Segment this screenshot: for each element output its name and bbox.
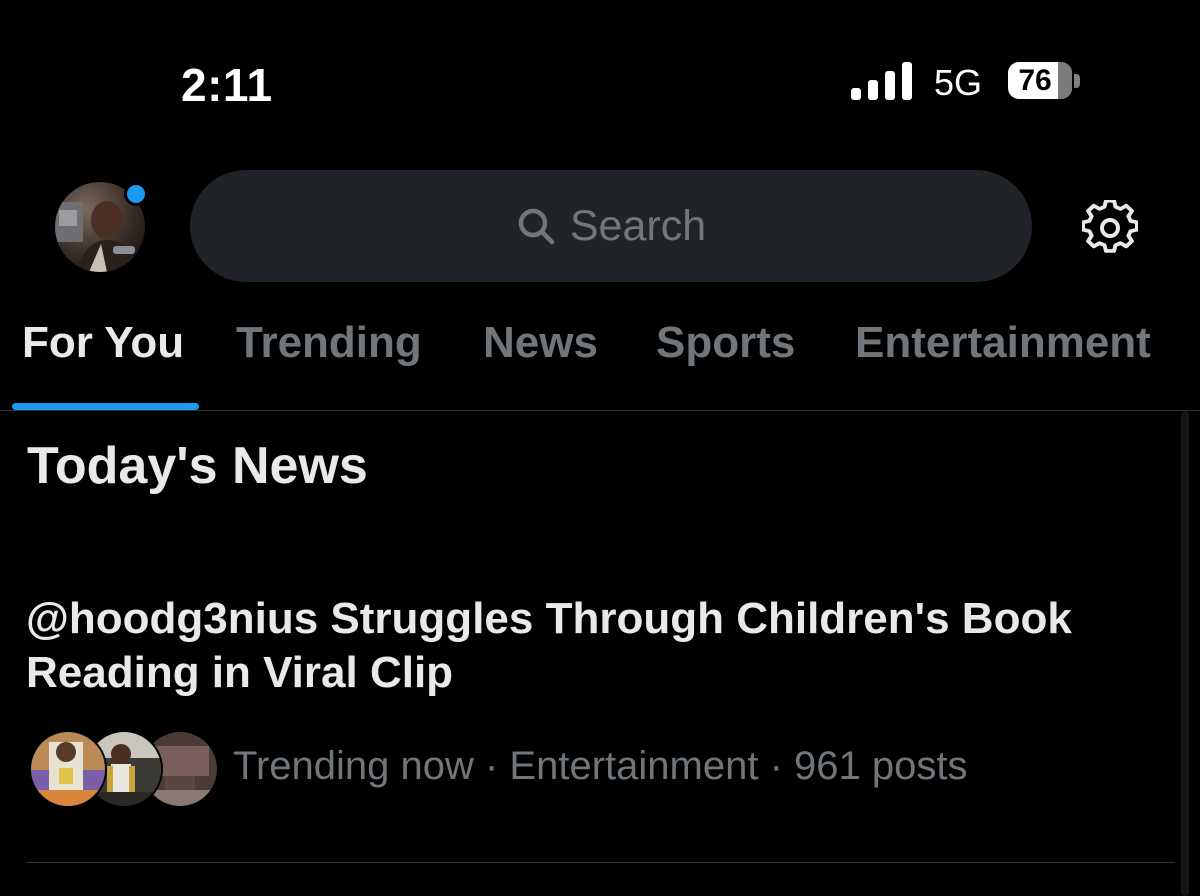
active-tab-indicator	[12, 403, 199, 410]
story-thumbnails	[29, 730, 219, 808]
tab-for-you[interactable]: For You	[22, 318, 184, 368]
explore-tabs: For You Trending News Sports Entertainme…	[0, 318, 1200, 410]
section-title: Today's News	[27, 437, 368, 495]
item-divider	[26, 862, 1175, 863]
story-meta: Trending now · Entertainment · 961 posts	[233, 744, 968, 788]
thumbnail-image	[29, 730, 107, 808]
tab-news[interactable]: News	[483, 318, 598, 368]
search-input[interactable]: Search	[190, 170, 1032, 282]
tab-trending[interactable]: Trending	[236, 318, 422, 368]
cellular-signal-icon	[851, 62, 912, 100]
tab-sports[interactable]: Sports	[656, 318, 795, 368]
search-icon	[518, 208, 555, 245]
scrollbar[interactable]	[1181, 411, 1189, 896]
tabs-divider	[0, 410, 1200, 411]
notification-dot	[124, 182, 148, 206]
news-headline[interactable]: @hoodg3nius Struggles Through Children's…	[26, 592, 1146, 700]
search-placeholder: Search	[569, 201, 707, 250]
battery-level: 76	[1018, 64, 1052, 97]
status-time: 2:11	[181, 59, 273, 111]
tab-entertainment[interactable]: Entertainment	[855, 318, 1151, 368]
gear-icon[interactable]	[1082, 200, 1138, 256]
battery-icon: 76	[1008, 62, 1072, 99]
network-type: 5G	[934, 62, 983, 103]
battery-cap	[1074, 74, 1080, 88]
